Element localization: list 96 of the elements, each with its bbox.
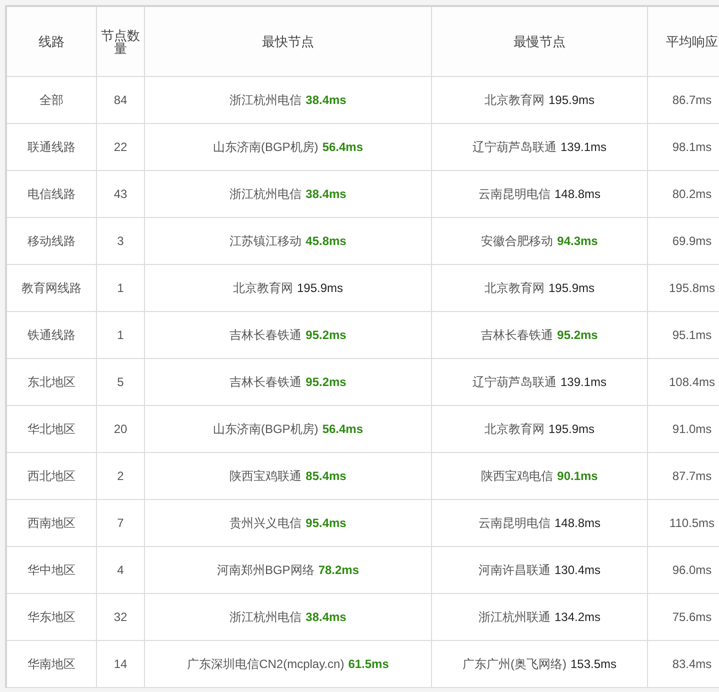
node-name: 河南郑州BGP网络: [216, 562, 314, 579]
table-cell-text: 87.7ms: [672, 468, 712, 485]
table-cell-text: 1: [117, 280, 124, 297]
latency-value: 56.4ms: [322, 139, 364, 156]
table-cell-text: 98.1ms: [672, 139, 712, 156]
table-cell-text: 华南地区: [28, 656, 76, 673]
table-cell-text: 95.1ms: [672, 327, 712, 344]
column-header: 线路: [38, 35, 66, 48]
table-cell-text: 83.4ms: [672, 656, 712, 673]
latency-value: 195.9ms: [548, 280, 595, 297]
table-cell-text: 西南地区: [28, 515, 76, 532]
table-cell-text: 75.6ms: [672, 609, 712, 626]
latency-value: 90.1ms: [557, 468, 598, 485]
latency-value: 139.1ms: [560, 374, 607, 391]
node-name: 北京教育网: [484, 280, 544, 297]
node-name: 辽宁葫芦岛联通: [472, 139, 556, 156]
column-header: 平均响应: [665, 35, 719, 48]
latency-value: 153.5ms: [570, 656, 617, 673]
table-cell-text: 全部: [40, 92, 64, 109]
latency-value: 38.4ms: [306, 186, 346, 203]
node-name: 北京教育网: [232, 280, 293, 297]
node-name: 吉林长春铁通: [481, 327, 554, 344]
table-cell-text: 22: [114, 139, 128, 156]
latency-value: 134.2ms: [554, 609, 601, 626]
table-cell-text: 移动线路: [28, 233, 76, 250]
latency-value: 95.2ms: [306, 374, 346, 391]
table-cell-text: 铁通线路: [28, 327, 76, 344]
latency-value: 95.2ms: [557, 327, 598, 344]
latency-value: 130.4ms: [554, 562, 601, 579]
latency-value: 195.9ms: [548, 421, 595, 438]
table-cell-text: 联通线路: [28, 139, 76, 156]
node-name: 江苏镇江移动: [230, 233, 302, 250]
table-cell-text: 84: [114, 92, 128, 109]
table-cell-text: 东北地区: [28, 374, 76, 391]
latency-value: 45.8ms: [306, 233, 346, 250]
node-name: 吉林长春铁通: [230, 327, 302, 344]
table-cell-text: 3: [117, 233, 124, 250]
node-name: 辽宁葫芦岛联通: [472, 374, 556, 391]
table-cell-text: 108.4ms: [668, 374, 716, 391]
table-cell-text: 14: [114, 656, 128, 673]
table-cell-text: 91.0ms: [672, 421, 712, 438]
latency-value: 139.1ms: [560, 139, 607, 156]
node-name: 吉林长春铁通: [230, 374, 302, 391]
node-name: 安徽合肥移动: [481, 233, 554, 250]
table-cell-text: 43: [114, 186, 128, 203]
node-name: 贵州兴义电信: [230, 515, 302, 532]
node-name: 山东济南(BGP机房): [212, 421, 318, 438]
table-cell-text: 西北地区: [28, 468, 76, 485]
table-cell-text: 5: [117, 374, 124, 391]
table-cell-text: 20: [114, 421, 128, 438]
node-name: 浙江杭州电信: [230, 92, 302, 109]
table-cell-text: 110.5ms: [669, 515, 715, 532]
table-cell-text: 69.9ms: [672, 233, 712, 250]
table-cell-text: 4: [117, 562, 124, 579]
table-cell-text: 80.2ms: [672, 186, 712, 203]
latency-value: 56.4ms: [322, 421, 364, 438]
latency-value: 95.4ms: [306, 515, 346, 532]
node-name: 浙江杭州电信: [230, 609, 302, 626]
table-cell-text: 华北地区: [28, 421, 76, 438]
table-cell-text: 96.0ms: [672, 562, 712, 579]
node-name: 广东深圳电信CN2(mcplay.cn): [187, 656, 344, 673]
node-name: 陕西宝鸡联通: [230, 468, 302, 485]
table-cell-text: 电信线路: [28, 186, 76, 203]
node-name: 河南许昌联通: [478, 562, 550, 579]
table-cell-text: 教育网线路: [22, 280, 82, 297]
node-name: 云南昆明电信: [478, 515, 550, 532]
table-cell-text: 华中地区: [28, 562, 76, 579]
node-name: 云南昆明电信: [478, 186, 550, 203]
latency-value: 195.9ms: [296, 280, 344, 297]
latency-value: 148.8ms: [554, 515, 601, 532]
latency-value: 78.2ms: [318, 562, 360, 579]
node-name: 浙江杭州联通: [478, 609, 550, 626]
column-header: 最快节点: [261, 35, 315, 48]
latency-value: 94.3ms: [557, 233, 598, 250]
table-cell-text: 86.7ms: [672, 92, 712, 109]
node-name: 山东济南(BGP机房): [212, 139, 318, 156]
table-cell-text: 2: [117, 468, 124, 485]
node-name: 广东广州(奥飞网络): [462, 656, 566, 673]
node-name: 浙江杭州电信: [230, 186, 302, 203]
latency-value: 61.5ms: [348, 656, 389, 673]
column-header: 最慢节点: [512, 35, 566, 48]
table-cell-text: 7: [117, 515, 124, 532]
latency-value: 95.2ms: [306, 327, 346, 344]
latency-value: 85.4ms: [306, 468, 346, 485]
node-name: 北京教育网: [484, 421, 544, 438]
node-name: 北京教育网: [484, 92, 544, 109]
latency-value: 38.4ms: [306, 92, 346, 109]
table-cell-text: 32: [114, 609, 128, 626]
column-header: 节点数量: [100, 28, 141, 54]
latency-value: 148.8ms: [554, 186, 601, 203]
table-cell-text: 195.8ms: [668, 280, 716, 297]
table-cell-text: 华东地区: [28, 609, 76, 626]
latency-value: 195.9ms: [548, 92, 595, 109]
table-cell-text: 1: [117, 327, 124, 344]
node-name: 陕西宝鸡电信: [481, 468, 554, 485]
latency-value: 38.4ms: [306, 609, 346, 626]
